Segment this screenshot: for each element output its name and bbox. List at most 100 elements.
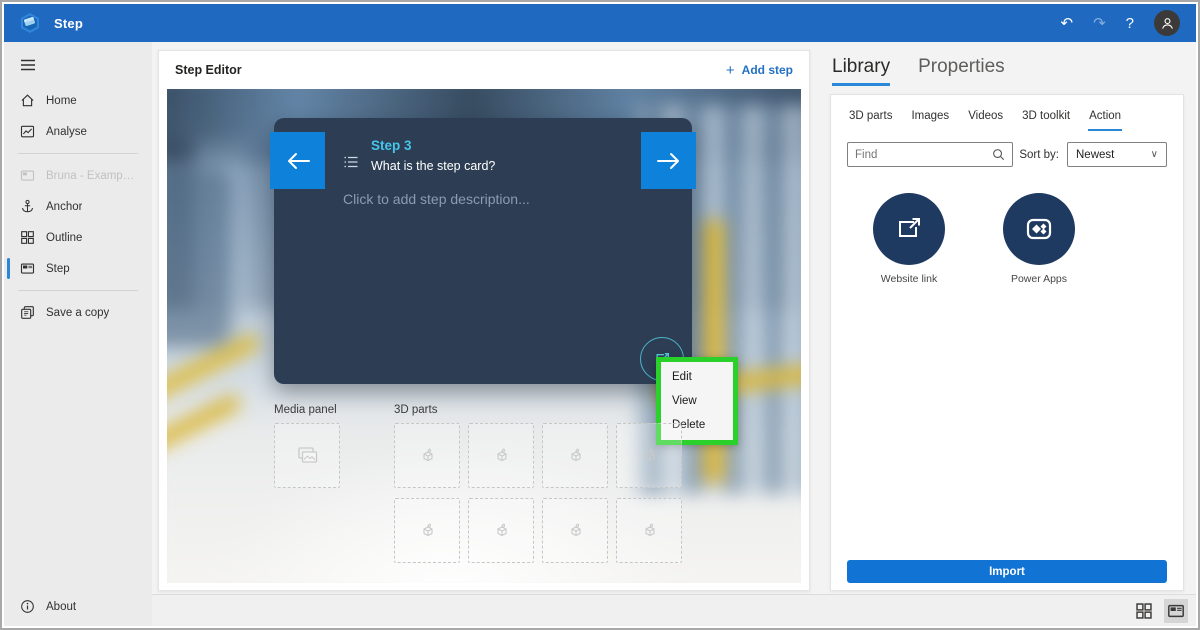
bottom-statusbar bbox=[152, 594, 1196, 626]
parts-slot[interactable] bbox=[616, 498, 682, 563]
step-editor-stage: Step 3 What is the step card? Click to a… bbox=[167, 89, 801, 583]
library-item-power-apps[interactable]: Power Apps bbox=[991, 193, 1087, 285]
step-description-placeholder[interactable]: Click to add step description... bbox=[343, 191, 530, 207]
step-view-icon bbox=[1167, 602, 1185, 620]
search-icon bbox=[992, 148, 1005, 161]
grid-view-icon bbox=[1135, 602, 1153, 620]
media-panel-slot[interactable] bbox=[274, 423, 340, 488]
home-icon bbox=[20, 93, 35, 108]
app-window: Step ↶ ↷ ? H bbox=[4, 4, 1196, 626]
power-apps-icon bbox=[1021, 211, 1057, 247]
sidebar-item-label: About bbox=[46, 601, 76, 613]
cube-icon bbox=[564, 520, 586, 542]
titlebar-actions: ↶ ↷ ? bbox=[1061, 10, 1181, 36]
power-apps-circle bbox=[1003, 193, 1075, 265]
outline-view-button[interactable] bbox=[1132, 599, 1156, 623]
cube-icon bbox=[490, 445, 512, 467]
step-card-title[interactable]: Step 3 bbox=[371, 138, 412, 153]
next-step-button[interactable] bbox=[641, 132, 696, 189]
undo-icon[interactable]: ↶ bbox=[1061, 16, 1074, 31]
step-card-icon bbox=[20, 261, 35, 276]
subtab-action[interactable]: Action bbox=[1089, 110, 1121, 122]
app-logo-icon bbox=[18, 11, 42, 35]
cube-icon bbox=[416, 445, 438, 467]
sidebar-item-anchor[interactable]: Anchor bbox=[4, 191, 152, 222]
sidebar-divider bbox=[18, 153, 138, 154]
parts-slot[interactable] bbox=[616, 423, 682, 488]
subtab-images[interactable]: Images bbox=[911, 110, 949, 122]
sidebar-item-label: Bruna - Example Gui... bbox=[46, 170, 136, 182]
library-items: Website link bbox=[847, 193, 1167, 285]
sidebar-item-step[interactable]: Step bbox=[4, 253, 152, 284]
step-card-question[interactable]: What is the step card? bbox=[371, 159, 495, 173]
outline-grid-icon bbox=[20, 230, 35, 245]
subtab-3d-parts[interactable]: 3D parts bbox=[849, 110, 892, 122]
tab-library[interactable]: Library bbox=[832, 56, 890, 86]
parts-slot[interactable] bbox=[394, 423, 460, 488]
media-panel-label: Media panel bbox=[274, 404, 337, 416]
parts-slot[interactable] bbox=[468, 498, 534, 563]
library-item-label: Power Apps bbox=[1011, 273, 1067, 285]
import-button[interactable]: Import bbox=[847, 560, 1167, 583]
cube-icon bbox=[490, 520, 512, 542]
sidebar-item-label: Home bbox=[46, 95, 77, 107]
menu-item-view[interactable]: View bbox=[661, 389, 733, 413]
library-panel: Library Properties 3D parts Images Video… bbox=[818, 50, 1188, 591]
sort-dropdown[interactable]: Newest ∨ bbox=[1067, 142, 1167, 167]
parts-slot[interactable] bbox=[468, 423, 534, 488]
sidebar: Home Analyse Bruna - Example Gui... bbox=[4, 42, 152, 626]
sidebar-item-analyse[interactable]: Analyse bbox=[4, 116, 152, 147]
parts-slot[interactable] bbox=[394, 498, 460, 563]
website-link-circle bbox=[873, 193, 945, 265]
sort-by-label: Sort by: bbox=[1019, 149, 1067, 161]
arrow-left-icon bbox=[285, 150, 311, 172]
workspace: Step Editor + Add step bbox=[152, 42, 1196, 626]
sidebar-item-label: Anchor bbox=[46, 201, 82, 213]
redo-icon[interactable]: ↷ bbox=[1093, 16, 1106, 31]
library-item-website-link[interactable]: Website link bbox=[861, 193, 957, 285]
step-card[interactable]: Step 3 What is the step card? Click to a… bbox=[274, 118, 692, 384]
anchor-icon bbox=[20, 199, 35, 214]
hamburger-icon bbox=[20, 58, 36, 72]
sidebar-item-save-a-copy[interactable]: Save a copy bbox=[4, 297, 152, 328]
find-sort-row: Sort by: Newest ∨ bbox=[847, 142, 1167, 167]
search-box[interactable] bbox=[847, 142, 1013, 167]
cube-icon bbox=[638, 520, 660, 542]
sidebar-item-outline[interactable]: Outline bbox=[4, 222, 152, 253]
sidebar-item-home[interactable]: Home bbox=[4, 85, 152, 116]
step-editor-header: Step Editor + Add step bbox=[159, 51, 809, 89]
sidebar-item-guide-name: Bruna - Example Gui... bbox=[4, 160, 152, 191]
menu-item-edit[interactable]: Edit bbox=[661, 365, 733, 389]
sidebar-divider bbox=[18, 290, 138, 291]
avatar[interactable] bbox=[1154, 10, 1180, 36]
subtab-videos[interactable]: Videos bbox=[968, 110, 1003, 122]
save-copy-icon bbox=[20, 305, 35, 320]
cube-icon bbox=[416, 520, 438, 542]
person-icon bbox=[1160, 16, 1175, 31]
sidebar-item-about[interactable]: About bbox=[4, 591, 152, 622]
step-editor-title: Step Editor bbox=[175, 63, 242, 77]
parts-slot[interactable] bbox=[542, 498, 608, 563]
arrow-right-icon bbox=[656, 150, 682, 172]
guide-card-icon bbox=[20, 168, 35, 183]
hamburger-menu-button[interactable] bbox=[4, 50, 152, 85]
step-list-icon bbox=[343, 154, 359, 170]
add-step-label: Add step bbox=[742, 63, 793, 77]
parts-label: 3D parts bbox=[394, 404, 437, 416]
help-icon[interactable]: ? bbox=[1126, 16, 1134, 31]
subtab-3d-toolkit[interactable]: 3D toolkit bbox=[1022, 110, 1070, 122]
sidebar-item-label: Step bbox=[46, 263, 70, 275]
sidebar-item-label: Outline bbox=[46, 232, 82, 244]
plus-icon: + bbox=[726, 62, 735, 79]
library-tabs: Library Properties bbox=[830, 52, 1184, 86]
add-step-button[interactable]: + Add step bbox=[726, 62, 793, 79]
search-input[interactable] bbox=[855, 149, 992, 161]
step-view-button[interactable] bbox=[1164, 599, 1188, 623]
previous-step-button[interactable] bbox=[270, 132, 325, 189]
library-card: 3D parts Images Videos 3D toolkit Action bbox=[830, 94, 1184, 591]
analyse-icon bbox=[20, 124, 35, 139]
content: Home Analyse Bruna - Example Gui... bbox=[4, 42, 1196, 626]
parts-slot[interactable] bbox=[542, 423, 608, 488]
tab-properties[interactable]: Properties bbox=[918, 56, 1005, 83]
app-title: Step bbox=[54, 16, 83, 31]
